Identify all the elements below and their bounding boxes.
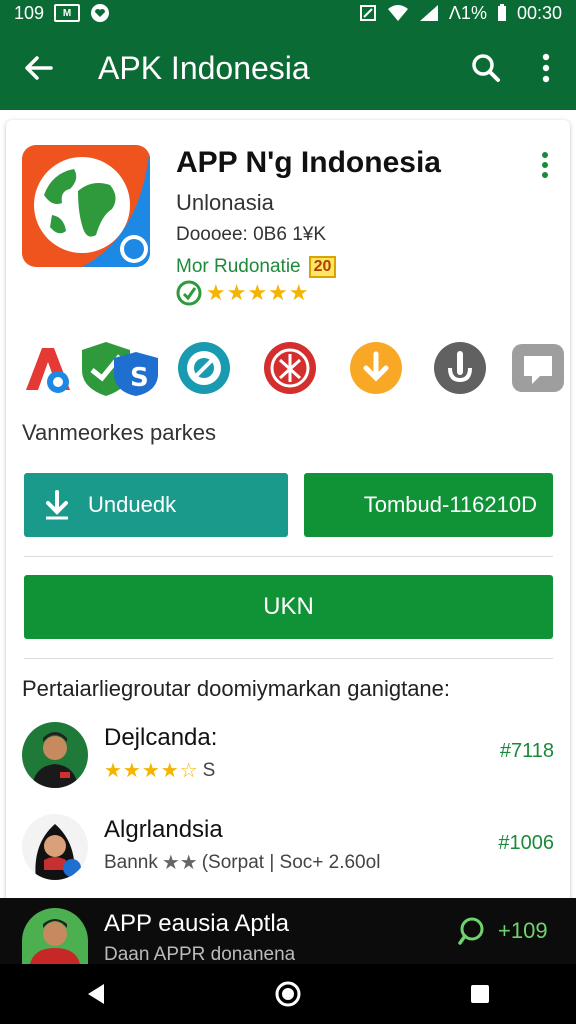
avatar	[22, 814, 88, 880]
review-stars: ★★	[161, 852, 198, 874]
developer-name[interactable]: Unlonasia	[176, 190, 274, 216]
bar-subtitle: Daan APPR donanena	[104, 944, 296, 964]
search-icon	[472, 54, 500, 82]
search-button[interactable]	[456, 26, 516, 110]
avatar	[22, 722, 88, 788]
price-button-label: Tombud-116210D	[363, 492, 537, 517]
reviewer-name: Dejlcanda:	[104, 724, 218, 751]
app-name: APP N'g Indonesia	[176, 146, 441, 179]
shield-check-icon[interactable]: S	[78, 340, 158, 396]
review-stars: ★★★★☆	[104, 760, 199, 782]
review-value: #1006	[498, 832, 554, 854]
rating-stars: ★★★★★	[206, 280, 310, 305]
app-icon	[22, 145, 150, 267]
primary-action-button[interactable]: UKN	[24, 575, 553, 639]
feature-icons-row: S	[20, 340, 564, 400]
card-menu-button[interactable]	[536, 150, 554, 180]
bar-title: APP eausia Aptla	[104, 910, 290, 937]
review-meta-text: (Sorpat | Soc+ 2.60ol	[201, 851, 381, 873]
triangle-back-icon	[88, 984, 104, 1004]
status-clock: 00:30	[516, 2, 562, 23]
now-playing-bar[interactable]: APP eausia Aptla Daan APPR donanena +109	[0, 898, 576, 964]
arrow-back-icon	[25, 56, 53, 80]
circle-home-icon	[275, 981, 301, 1007]
downloads-count: Doooee: 0B6 1¥K	[176, 224, 327, 245]
review-item[interactable]: Dejlcanda: ★★★★☆ S #7118	[22, 722, 554, 792]
mail-icon: M	[54, 4, 81, 22]
globe-arrows-icon[interactable]	[176, 340, 232, 396]
rating-label: Mor Rudonatie	[176, 256, 301, 277]
more-vert-icon	[542, 53, 550, 83]
status-bar: 109 M Λ1% 00:30	[0, 0, 576, 26]
review-meta: Bannk ★★ (Sorpat | Soc+ 2.60ol	[104, 850, 380, 875]
bar-count: +109	[498, 918, 548, 943]
app-bar-title: APK Indonesia	[98, 49, 310, 86]
system-nav-bar	[0, 964, 576, 1024]
price-button[interactable]: Tombud-116210D	[304, 473, 553, 537]
reviews-section-title: Pertaiarliegroutar doomiymarkan ganigtan…	[22, 676, 451, 701]
rating-label-row: Mor Rudonatie 20	[176, 256, 337, 278]
divider	[24, 556, 553, 557]
icons-caption: Vanmeorkes parkes	[22, 420, 217, 445]
battery-text: Λ1%	[448, 2, 487, 23]
verified-icon	[176, 280, 202, 306]
chat-square-icon[interactable]	[510, 340, 566, 396]
divider	[24, 658, 553, 659]
signal-icon	[419, 5, 438, 21]
battery-icon	[497, 4, 506, 21]
mic-icon[interactable]	[432, 340, 488, 396]
avatar	[22, 908, 88, 964]
svg-text:S: S	[130, 363, 149, 393]
nav-home-button[interactable]	[268, 974, 308, 1014]
square-recents-icon	[471, 985, 489, 1003]
globe-icon	[22, 145, 150, 267]
primary-action-label: UKN	[263, 593, 314, 620]
wifi-icon	[387, 5, 408, 21]
app-bar: APK Indonesia	[0, 26, 576, 110]
download-icon	[46, 490, 68, 520]
a-icon[interactable]	[20, 340, 76, 396]
review-meta-text: S	[202, 759, 216, 781]
reviewer-name: Algrlandsia	[104, 816, 223, 843]
install-button[interactable]: Unduedk	[24, 473, 288, 537]
install-button-label: Unduedk	[88, 492, 177, 517]
back-button[interactable]	[0, 26, 78, 110]
age-badge: 20	[308, 256, 337, 278]
chat-icon[interactable]	[456, 916, 486, 946]
heart-shield-icon	[91, 4, 110, 22]
review-value: #7118	[499, 740, 554, 762]
nav-recents-button[interactable]	[460, 974, 500, 1014]
more-vert-icon	[542, 152, 548, 178]
download-circle-icon[interactable]	[348, 340, 404, 396]
review-meta: ★★★★☆ S	[104, 758, 215, 783]
review-meta-prefix: Bannk	[104, 851, 158, 873]
overflow-menu-button[interactable]	[516, 26, 576, 110]
review-item[interactable]: Algrlandsia Bannk ★★ (Sorpat | Soc+ 2.60…	[22, 814, 554, 884]
seal-icon[interactable]	[262, 340, 318, 396]
nfc-icon	[359, 5, 376, 21]
nav-back-button[interactable]	[76, 974, 116, 1014]
rating-row: ★★★★★	[176, 280, 310, 306]
status-time-left: 109	[14, 2, 45, 23]
